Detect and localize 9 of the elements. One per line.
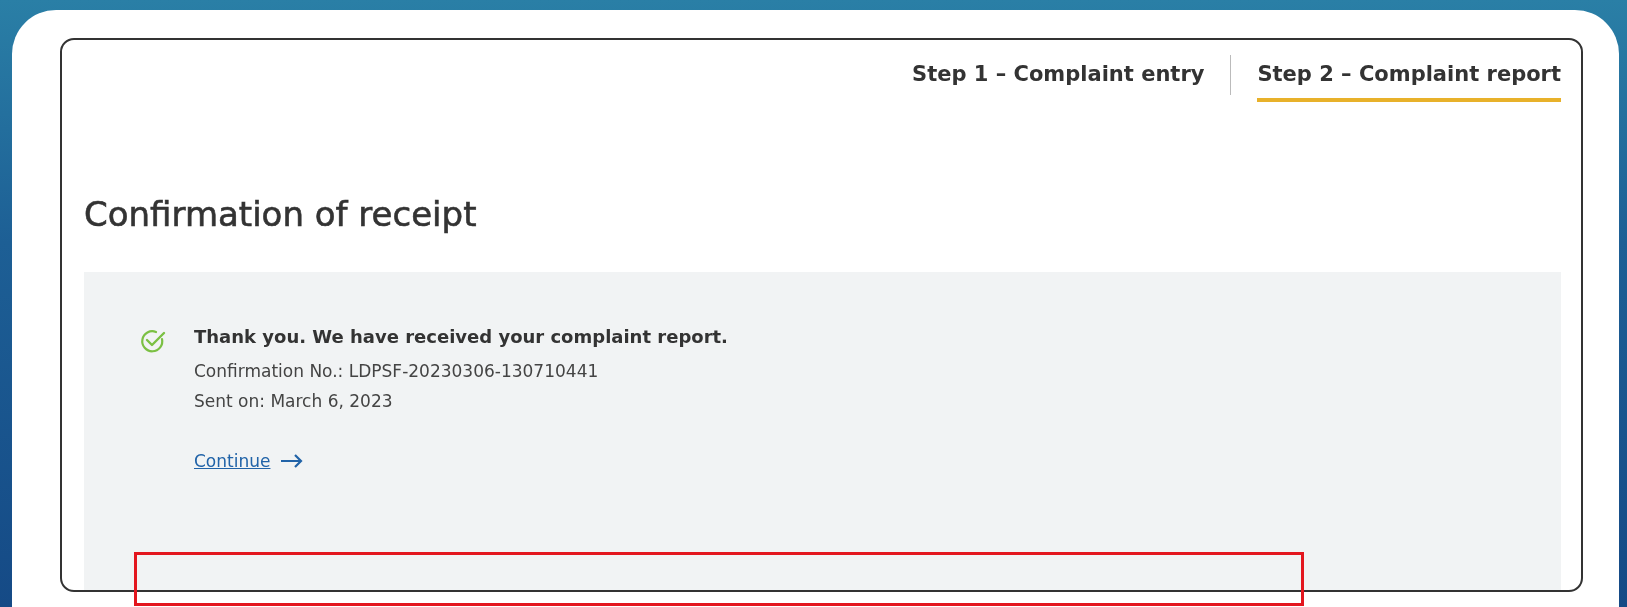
confirmation-message: Thank you. We have received your complaint report. — [194, 326, 728, 347]
check-icon — [140, 328, 166, 354]
arrow-icon — [280, 454, 305, 468]
step-tab[interactable]: Step 1 – Complaint entry — [912, 54, 1205, 102]
confirmation-detail: Sent on: March 6, 2023 — [194, 391, 394, 411]
step-tab[interactable]: Step 2 – Complaint report — [1257, 54, 1561, 102]
confirmation-detail: Confirmation No.: LDPSF-20230306-130710441 — [194, 361, 600, 381]
page-title: Confirmation of receipt — [84, 194, 478, 234]
continue-link[interactable]: Continue — [194, 451, 305, 471]
